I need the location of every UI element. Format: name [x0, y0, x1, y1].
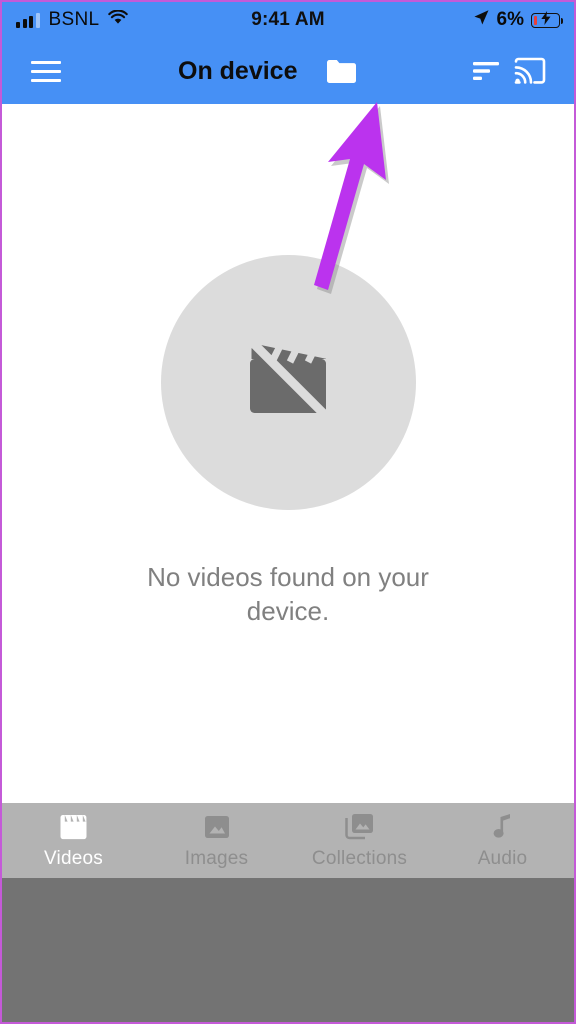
clapperboard-icon	[58, 812, 89, 842]
empty-state-circle	[160, 255, 416, 510]
battery-percent-label: 6%	[496, 9, 524, 30]
nav-label-audio: Audio	[477, 847, 528, 869]
empty-state-message: No videos found on your device.	[147, 562, 429, 627]
app-bar: On device	[2, 38, 574, 104]
location-arrow-icon	[473, 9, 490, 32]
sort-icon[interactable]	[464, 49, 508, 93]
status-bar-left: BSNL	[16, 9, 129, 31]
bottom-letterbox-area	[2, 878, 574, 1022]
phone-screen: BSNL 9:41 AM 6% On device No videos foun…	[0, 0, 576, 1024]
image-icon	[202, 812, 232, 842]
bottom-navigation-bar: Videos Images Collections Audio	[2, 803, 574, 878]
status-bar-right: 6%	[473, 9, 563, 32]
nav-item-collections[interactable]: Collections	[288, 803, 431, 878]
hamburger-menu-icon[interactable]	[24, 49, 68, 93]
nav-item-audio[interactable]: Audio	[431, 803, 574, 878]
page-title: On device	[178, 56, 298, 85]
folder-icon[interactable]	[320, 49, 364, 93]
status-bar: BSNL 9:41 AM 6%	[2, 2, 574, 38]
battery-charging-icon	[531, 11, 563, 28]
nav-label-videos: Videos	[44, 847, 103, 869]
nav-item-images[interactable]: Images	[145, 803, 288, 878]
wifi-icon	[108, 9, 129, 30]
music-note-icon	[491, 812, 515, 842]
signal-bars-icon	[16, 12, 40, 28]
content-area: No videos found on your device.	[2, 102, 574, 803]
nav-label-images: Images	[184, 847, 249, 869]
carrier-label: BSNL	[48, 9, 100, 30]
no-video-clapperboard-icon	[236, 328, 340, 437]
nav-label-collections: Collections	[311, 847, 408, 869]
nav-item-videos[interactable]: Videos	[2, 803, 145, 878]
collections-icon	[344, 812, 376, 842]
cast-icon[interactable]	[508, 49, 552, 93]
